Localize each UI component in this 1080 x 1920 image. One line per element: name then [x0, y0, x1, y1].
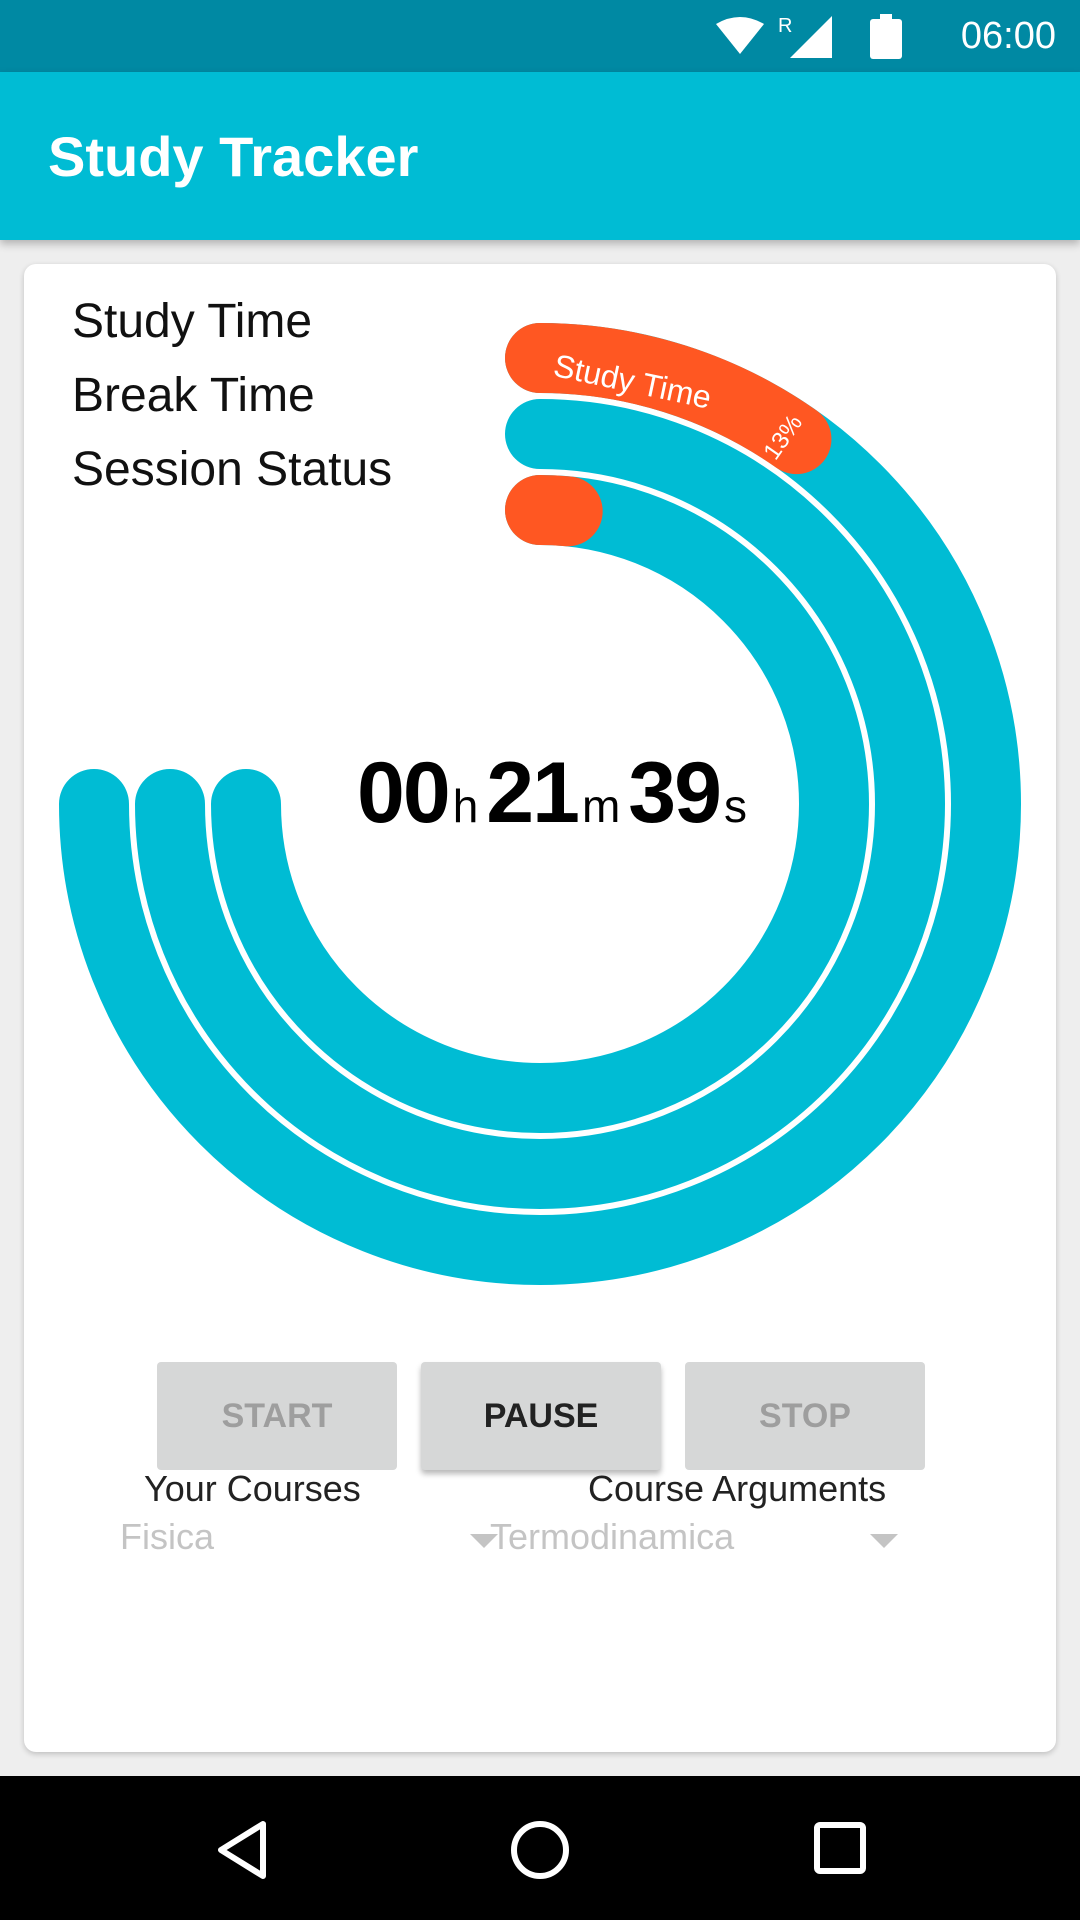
timer-hours: 00	[357, 745, 451, 841]
timer-hours-unit: h	[452, 780, 479, 832]
courses-selected: Fisica	[120, 1516, 215, 1557]
timer-seconds: 39	[628, 745, 722, 841]
pause-button[interactable]: PAUSE	[421, 1362, 661, 1470]
home-icon[interactable]	[508, 1818, 572, 1882]
ring-progress-session-status	[505, 475, 603, 547]
navigation-bar	[0, 1776, 1080, 1920]
app-title: Study Tracker	[48, 125, 419, 188]
signal-icon	[790, 16, 832, 58]
arguments-selected: Termodinamica	[490, 1516, 735, 1557]
courses-spinner[interactable]: Fisica	[120, 1512, 498, 1572]
status-bar: R 06:00	[0, 0, 1080, 72]
status-time: 06:00	[960, 15, 1056, 57]
legend-session-status: Session Status	[72, 443, 393, 496]
start-button[interactable]: START	[157, 1362, 397, 1470]
legend-break-time: Break Time	[72, 369, 315, 422]
arguments-label: Course Arguments	[588, 1468, 887, 1509]
timer-minutes-unit: m	[581, 780, 621, 832]
chevron-down-icon	[870, 1534, 898, 1548]
arguments-spinner[interactable]: Termodinamica	[490, 1512, 900, 1572]
stop-button[interactable]: STOP	[685, 1362, 925, 1470]
legend-study-time: Study Time	[72, 295, 313, 348]
back-icon[interactable]	[213, 1818, 273, 1882]
roaming-indicator: R	[778, 15, 792, 37]
status-icons: R	[716, 14, 902, 59]
courses-label: Your Courses	[144, 1468, 361, 1509]
battery-icon	[870, 14, 902, 59]
elapsed-timer: 00 h 21 m 39 s	[346, 744, 766, 854]
app-bar: Study Tracker	[0, 72, 1080, 240]
main-card: Study Time 13% Study Time Break Time Ses…	[24, 264, 1056, 1752]
timer-minutes: 21	[486, 745, 580, 841]
timer-seconds-unit: s	[723, 780, 747, 832]
recents-icon[interactable]	[812, 1820, 868, 1876]
wifi-icon	[716, 17, 764, 54]
